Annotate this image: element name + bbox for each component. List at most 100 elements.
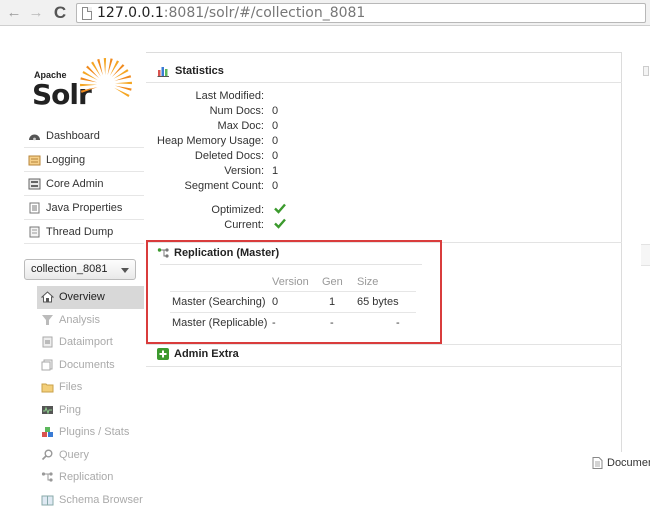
stat-label: Num Docs: <box>209 105 264 117</box>
search-icon <box>41 449 53 460</box>
core-menu: Overview Analysis Dataimport Documents F… <box>37 286 144 511</box>
stat-value: 0 <box>272 180 279 192</box>
url-path: :8081/solr/#/collection_8081 <box>163 5 366 21</box>
stat-label: Segment Count: <box>184 180 265 192</box>
sidebar-item-label: Logging <box>46 153 86 166</box>
core-menu-label: Query <box>59 448 89 461</box>
sidebar-item-label: Dashboard <box>46 129 100 142</box>
stat-label: Deleted Docs: <box>194 150 264 162</box>
logging-icon <box>28 155 41 165</box>
ping-icon <box>42 405 53 415</box>
core-menu-label: Documents <box>59 358 115 371</box>
sidebar-item-thread-dump[interactable]: Thread Dump <box>24 220 144 244</box>
replication-highlight-box <box>146 240 442 344</box>
stat-row-heap-memory: Heap Memory Usage: 0 <box>150 134 350 149</box>
core-menu-label: Replication <box>59 471 114 484</box>
page-icon <box>82 7 92 20</box>
documentation-link[interactable]: Documen <box>592 457 650 469</box>
url-host: 127.0.0.1 <box>97 5 164 21</box>
core-menu-item-schema-browser[interactable]: Schema Browser <box>37 489 144 512</box>
sidebar-item-label: Thread Dump <box>46 225 114 238</box>
core-menu-label: Ping <box>59 403 82 416</box>
stat-label: Max Doc: <box>217 120 264 132</box>
sidebar-item-java-properties[interactable]: Java Properties <box>24 196 144 220</box>
funnel-icon <box>42 314 53 325</box>
stat-label: Last Modified: <box>195 90 264 102</box>
admin-extra-title: Admin Extra <box>174 348 239 360</box>
core-selector[interactable]: collection_8081 <box>24 259 136 280</box>
documentation-link-label: Documen <box>607 457 650 469</box>
right-panel-edge <box>641 244 650 266</box>
statistics-header: Statistics <box>157 65 224 77</box>
browser-toolbar: ← → C 127.0.0.1:8081/solr/#/collection_8… <box>0 0 650 26</box>
stat-label: Current: <box>224 219 264 231</box>
home-icon <box>41 291 54 303</box>
divider <box>146 366 622 367</box>
schema-browser-icon <box>41 495 54 506</box>
stat-label: Optimized: <box>211 204 264 216</box>
core-menu-item-ping[interactable]: Ping <box>37 399 144 422</box>
checkmark-icon <box>274 218 286 229</box>
admin-extra-header[interactable]: Admin Extra <box>157 348 239 360</box>
thread-dump-icon <box>29 226 40 237</box>
back-arrow-icon[interactable]: ← <box>4 3 24 23</box>
replication-icon <box>41 472 53 482</box>
core-menu-label: Analysis <box>59 313 100 326</box>
solr-sun-icon <box>80 58 132 98</box>
stat-value: 0 <box>272 135 279 147</box>
core-menu-item-plugins[interactable]: Plugins / Stats <box>37 421 144 444</box>
address-bar[interactable]: 127.0.0.1:8081/solr/#/collection_8081 <box>76 3 646 23</box>
core-menu-item-files[interactable]: Files <box>37 376 144 399</box>
chevron-down-icon <box>121 268 129 273</box>
core-menu-label: Schema Browser <box>59 493 143 506</box>
plugins-icon <box>42 427 53 438</box>
stat-label: Heap Memory Usage: <box>157 135 264 147</box>
core-menu-label: Dataimport <box>59 336 113 349</box>
stat-row-optimized: Optimized: <box>150 203 350 218</box>
core-menu-item-query[interactable]: Query <box>37 444 144 467</box>
core-menu-item-analysis[interactable]: Analysis <box>37 309 144 332</box>
sidebar-item-dashboard[interactable]: Dashboard <box>24 124 144 148</box>
dataimport-icon <box>42 336 53 348</box>
statistics-title: Statistics <box>175 65 224 77</box>
checkmark-icon <box>274 203 286 214</box>
stat-row-version: Version: 1 <box>150 164 350 179</box>
plus-icon <box>157 348 169 360</box>
stat-value: 0 <box>272 105 279 117</box>
stat-row-max-doc: Max Doc: 0 <box>150 119 350 134</box>
solr-logo[interactable]: Apache Solr <box>30 58 135 111</box>
core-menu-item-overview[interactable]: Overview <box>37 286 144 309</box>
core-menu-label: Plugins / Stats <box>59 426 130 439</box>
core-menu-label: Overview <box>59 291 105 304</box>
sidebar-item-core-admin[interactable]: Core Admin <box>24 172 144 196</box>
core-menu-item-dataimport[interactable]: Dataimport <box>37 331 144 354</box>
main-sidebar: Dashboard Logging Core Admin Java Proper… <box>24 124 144 244</box>
documents-icon <box>41 359 53 371</box>
divider <box>146 344 622 345</box>
stat-label: Version: <box>224 165 264 177</box>
forward-arrow-icon[interactable]: → <box>26 3 46 23</box>
reload-icon[interactable]: C <box>50 3 70 23</box>
java-properties-icon <box>29 202 40 213</box>
stat-row-segment-count: Segment Count: 0 <box>150 179 350 194</box>
document-icon <box>592 457 603 469</box>
sidebar-item-logging[interactable]: Logging <box>24 148 144 172</box>
url-text: 127.0.0.1:8081/solr/#/collection_8081 <box>97 5 365 22</box>
bar-chart-icon <box>157 67 169 77</box>
right-panel-icon <box>643 66 649 76</box>
stat-row-last-modified: Last Modified: <box>150 89 350 104</box>
core-selector-value: collection_8081 <box>31 263 108 275</box>
divider <box>146 82 622 83</box>
folder-icon <box>41 383 54 393</box>
core-menu-item-documents[interactable]: Documents <box>37 354 144 377</box>
stat-row-num-docs: Num Docs: 0 <box>150 104 350 119</box>
sidebar-item-label: Core Admin <box>46 177 104 190</box>
core-menu-label: Files <box>59 381 83 394</box>
dashboard-icon <box>29 134 40 140</box>
core-menu-item-replication[interactable]: Replication <box>37 466 144 489</box>
stat-value: 0 <box>272 120 279 132</box>
stat-value: 1 <box>272 165 279 177</box>
sidebar-item-label: Java Properties <box>46 201 123 214</box>
stat-row-deleted-docs: Deleted Docs: 0 <box>150 149 350 164</box>
stat-row-current: Current: <box>150 218 350 233</box>
